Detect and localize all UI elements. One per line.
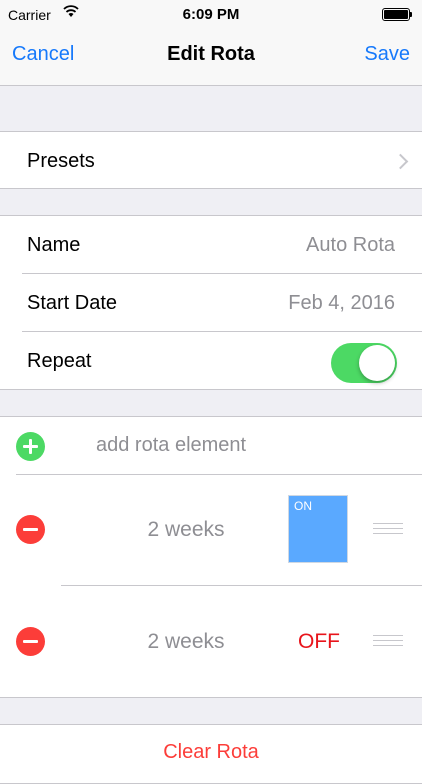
off-state-toggle[interactable]: OFF	[289, 630, 349, 654]
rota-elements-group: add rota element 2 weeks ON 2 weeks OFF	[0, 416, 422, 698]
start-date-field[interactable]: Feb 4, 2016	[288, 292, 395, 315]
rota-element-duration[interactable]: 2 weeks	[126, 630, 246, 654]
remove-circle-icon[interactable]	[16, 627, 45, 656]
page-title: Edit Rota	[167, 43, 255, 65]
clear-rota-button[interactable]: Clear Rota	[0, 741, 422, 764]
battery-icon	[382, 8, 410, 21]
rota-element-duration[interactable]: 2 weeks	[126, 518, 246, 542]
rota-details-group: Name Auto Rota Start Date Feb 4, 2016 Re…	[0, 215, 422, 390]
divider	[22, 273, 422, 274]
add-circle-icon[interactable]	[16, 432, 45, 461]
toggle-knob	[359, 345, 395, 381]
reorder-grip-icon[interactable]	[373, 635, 403, 647]
name-field[interactable]: Auto Rota	[306, 234, 395, 257]
chevron-right-icon	[392, 153, 409, 170]
reorder-grip-icon[interactable]	[373, 523, 403, 535]
clear-rota-group: Clear Rota	[0, 724, 422, 784]
on-state-label: ON	[294, 499, 312, 513]
save-button[interactable]: Save	[364, 43, 410, 66]
add-rota-element-input[interactable]: add rota element	[96, 434, 246, 457]
start-date-label: Start Date	[27, 292, 118, 314]
remove-circle-icon[interactable]	[16, 515, 45, 544]
divider	[61, 585, 422, 586]
name-label: Name	[27, 234, 81, 256]
battery-tip	[410, 12, 412, 17]
repeat-label: Repeat	[27, 350, 92, 372]
divider	[22, 331, 422, 332]
divider	[16, 474, 422, 475]
on-state-toggle[interactable]: ON	[288, 495, 348, 563]
presets-label: Presets	[27, 150, 95, 172]
clock: 6:09 PM	[182, 6, 240, 23]
presets-row[interactable]: Presets	[0, 131, 422, 189]
repeat-toggle[interactable]	[331, 343, 397, 383]
status-bar: Carrier 6:09 PM	[0, 0, 422, 30]
